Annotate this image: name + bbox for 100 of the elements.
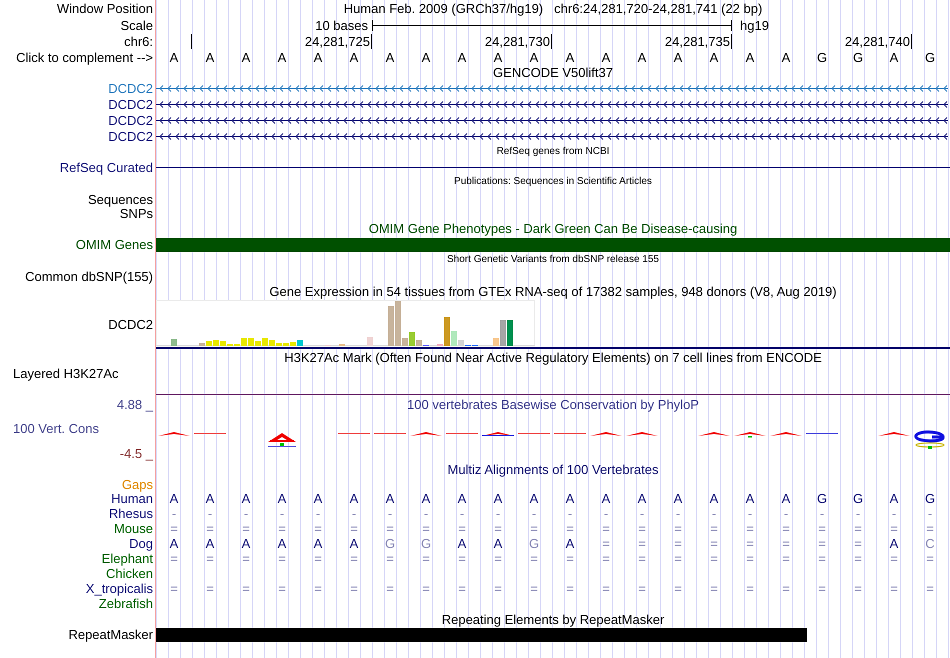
track-label[interactable]: Sequences xyxy=(88,192,153,207)
base-letter: - xyxy=(856,506,860,521)
complement-link[interactable]: Click to complement --> xyxy=(16,50,153,64)
track-title: Repeating Elements by RepeatMasker xyxy=(442,612,664,626)
base-letter: - xyxy=(784,506,788,521)
base-letter: A xyxy=(278,50,286,64)
base-letter: A xyxy=(278,491,286,506)
row-label: Scale xyxy=(120,18,153,32)
base-letter: = xyxy=(566,581,574,596)
base-letter: G xyxy=(420,536,432,551)
base-letter: = xyxy=(710,521,718,536)
base-letter: = xyxy=(494,581,502,596)
base-letter: = xyxy=(278,581,286,596)
base-letter: A xyxy=(170,491,178,506)
base-letter: G xyxy=(528,536,540,551)
base-letter: A xyxy=(206,491,214,506)
base-letter: - xyxy=(748,506,752,521)
species-label: Rhesus xyxy=(108,506,153,521)
base-letter: A xyxy=(890,536,898,551)
gene-label[interactable]: DCDC2 xyxy=(108,128,153,144)
track-label[interactable]: 100 Vert. Cons xyxy=(13,421,99,436)
base-letter: A xyxy=(638,50,646,64)
coordinate-tick: 24,281,725 xyxy=(304,34,372,48)
base-letter: = xyxy=(818,521,826,536)
base-letter: - xyxy=(532,506,536,521)
gene-label[interactable]: DCDC2 xyxy=(108,112,153,128)
base-letter: = xyxy=(386,551,394,566)
assembly-label: hg19 xyxy=(740,18,769,32)
base-letter: A xyxy=(782,50,790,64)
base-letter: A xyxy=(242,50,250,64)
base-letter: = xyxy=(818,536,826,551)
track-title: GENCODE V50lift37 xyxy=(493,65,613,80)
base-letter: A xyxy=(530,50,538,64)
track-label[interactable]: RefSeq Curated xyxy=(60,160,153,175)
base-letter: = xyxy=(674,536,682,551)
track-label[interactable]: DCDC2 xyxy=(108,317,153,332)
track-label[interactable]: OMIM Genes xyxy=(76,237,153,252)
base-letter: A xyxy=(530,491,538,506)
base-letter: A xyxy=(746,491,754,506)
track-title: Short Genetic Variants from dbSNP release 155 xyxy=(447,254,659,266)
base-letter: = xyxy=(206,551,214,566)
base-letter: = xyxy=(890,551,898,566)
axis-min: -4.5 _ xyxy=(120,446,153,461)
base-letter: A xyxy=(350,491,358,506)
gene-label[interactable]: DCDC2 xyxy=(108,80,153,96)
base-letter: = xyxy=(314,521,322,536)
gene-label[interactable]: DCDC2 xyxy=(108,96,153,112)
base-letter: - xyxy=(460,506,464,521)
feature-bar[interactable] xyxy=(156,238,950,252)
base-letter: - xyxy=(352,506,356,521)
base-letter: = xyxy=(854,581,862,596)
feature-bar[interactable] xyxy=(156,628,807,642)
base-letter: = xyxy=(746,536,754,551)
track-label[interactable]: Common dbSNP(155) xyxy=(25,269,153,284)
base-letter: = xyxy=(890,581,898,596)
base-letter: = xyxy=(242,521,250,536)
base-letter: = xyxy=(350,581,358,596)
base-letter: = xyxy=(674,521,682,536)
base-letter: = xyxy=(458,521,466,536)
base-letter: A xyxy=(494,50,502,64)
base-letter: A xyxy=(170,50,178,64)
base-letter: = xyxy=(926,551,934,566)
base-letter: A xyxy=(386,50,394,64)
base-letter: A xyxy=(422,491,430,506)
track-label[interactable]: Layered H3K27Ac xyxy=(13,366,119,381)
base-letter: G xyxy=(852,50,864,64)
base-letter: G xyxy=(816,50,828,64)
base-letter: = xyxy=(746,521,754,536)
base-letter: = xyxy=(386,521,394,536)
base-letter: = xyxy=(206,581,214,596)
base-letter: A xyxy=(746,50,754,64)
track-label[interactable]: RepeatMasker xyxy=(68,627,153,642)
base-letter: = xyxy=(314,581,322,596)
base-letter: A xyxy=(494,536,502,551)
base-letter: = xyxy=(854,536,862,551)
base-letter: A xyxy=(890,491,898,506)
base-letter: = xyxy=(638,521,646,536)
base-letter: = xyxy=(458,551,466,566)
base-letter: - xyxy=(676,506,680,521)
coordinate-tick: 24,281,740 xyxy=(844,34,912,48)
base-letter: A xyxy=(710,50,718,64)
base-letter: = xyxy=(242,581,250,596)
species-label: Dog xyxy=(129,536,153,551)
base-letter: = xyxy=(674,581,682,596)
base-letter: = xyxy=(386,581,394,596)
track-label[interactable]: SNPs xyxy=(120,206,153,221)
base-letter: A xyxy=(890,50,898,64)
base-letter: = xyxy=(638,551,646,566)
base-letter: = xyxy=(782,536,790,551)
base-letter: A xyxy=(206,536,214,551)
base-letter: = xyxy=(710,581,718,596)
base-letter: - xyxy=(172,506,176,521)
base-letter: = xyxy=(602,536,610,551)
base-letter: = xyxy=(566,521,574,536)
base-letter: - xyxy=(496,506,500,521)
base-letter: - xyxy=(568,506,572,521)
species-label: Chicken xyxy=(106,566,153,581)
base-letter: G xyxy=(384,536,396,551)
base-letter: - xyxy=(712,506,716,521)
species-label: X_tropicalis xyxy=(86,581,153,596)
